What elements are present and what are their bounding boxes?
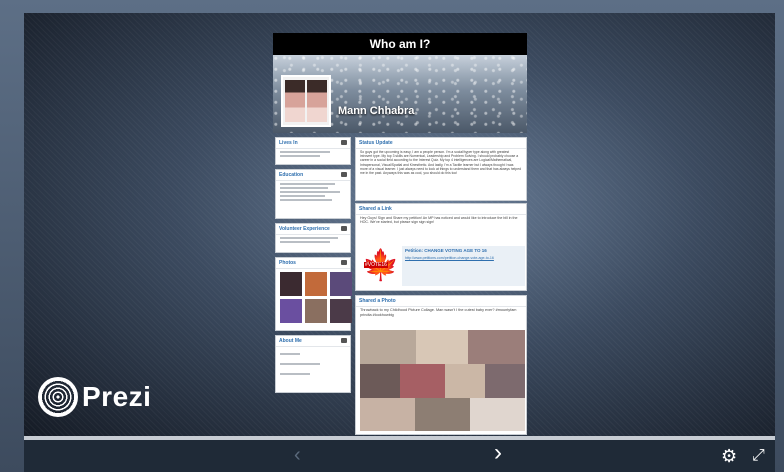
- volunteer-heading: Volunteer Experience: [276, 224, 350, 235]
- prezi-mark-icon: [38, 377, 78, 417]
- petition-link[interactable]: http://www.petitions.com/petition-change…: [402, 255, 525, 261]
- status-heading: Status Update: [356, 138, 526, 149]
- photos-heading: Photos: [276, 258, 350, 269]
- cover-photo: Mann Chhabra: [273, 55, 527, 133]
- briefcase-icon: [341, 226, 347, 231]
- shared-link-text: Hey Guys! Sign and Share my petition! An…: [360, 216, 518, 225]
- shared-photo-heading: Shared a Photo: [356, 296, 526, 307]
- shared-photo-card: Shared a Photo Throwback to my Childhood…: [355, 295, 527, 435]
- status-update-card: Status Update So guys got the upcoming i…: [355, 137, 527, 201]
- photo-thumb[interactable]: [280, 299, 302, 323]
- volunteer-card: Volunteer Experience: [275, 223, 351, 253]
- lives-in-heading: Lives In: [276, 138, 350, 149]
- profile-picture: [281, 75, 331, 127]
- school-icon: [341, 172, 347, 177]
- prezi-viewer: Who am I? Mann Chhabra Lives In Educatio…: [0, 0, 784, 472]
- education-card: Education: [275, 169, 351, 219]
- petition-title[interactable]: Petition: CHANGE VOTING AGE TO 16: [402, 246, 525, 255]
- chevron-right-icon[interactable]: ›: [494, 441, 502, 465]
- chevron-left-icon[interactable]: ‹: [294, 445, 301, 465]
- vote-badge: #VOTE16: [364, 262, 388, 268]
- petition-preview[interactable]: Petition: CHANGE VOTING AGE TO 16 http:/…: [402, 246, 525, 286]
- shared-link-heading: Shared a Link: [356, 204, 526, 215]
- thumbs-up-icon: [341, 338, 347, 343]
- prezi-wordmark: Prezi: [82, 381, 152, 412]
- player-controls: ‹ › ⚙ ⤢: [24, 440, 775, 472]
- presentation-canvas[interactable]: Who am I? Mann Chhabra Lives In Educatio…: [24, 13, 775, 436]
- lives-in-card: Lives In: [275, 137, 351, 165]
- photo-caption: Throwback to my Childhood Picture Collag…: [360, 308, 517, 317]
- education-heading: Education: [276, 170, 350, 181]
- fullscreen-icon[interactable]: ⤢: [752, 446, 765, 466]
- photo-thumb[interactable]: [280, 272, 302, 296]
- photos-card: Photos: [275, 257, 352, 331]
- photo-thumb[interactable]: [330, 272, 352, 296]
- photo-thumb[interactable]: [305, 272, 327, 296]
- shared-link-card: Shared a Link Hey Guys! Sign and Share m…: [355, 203, 527, 291]
- about-heading: About Me: [276, 336, 350, 347]
- facebook-profile-slide: Who am I? Mann Chhabra Lives In Educatio…: [273, 33, 527, 435]
- camera-icon: [341, 260, 347, 265]
- location-icon: [341, 140, 347, 145]
- about-me-card: About Me: [275, 335, 351, 393]
- profile-name: Mann Chhabra: [338, 105, 415, 117]
- photo-thumb[interactable]: [305, 299, 327, 323]
- gear-icon[interactable]: ⚙: [721, 446, 737, 466]
- slide-title: Who am I?: [273, 33, 527, 55]
- photo-thumb[interactable]: [330, 299, 352, 323]
- status-text: So guys got the upcoming is easy, I am a…: [360, 150, 521, 176]
- childhood-photo-collage[interactable]: [360, 330, 525, 431]
